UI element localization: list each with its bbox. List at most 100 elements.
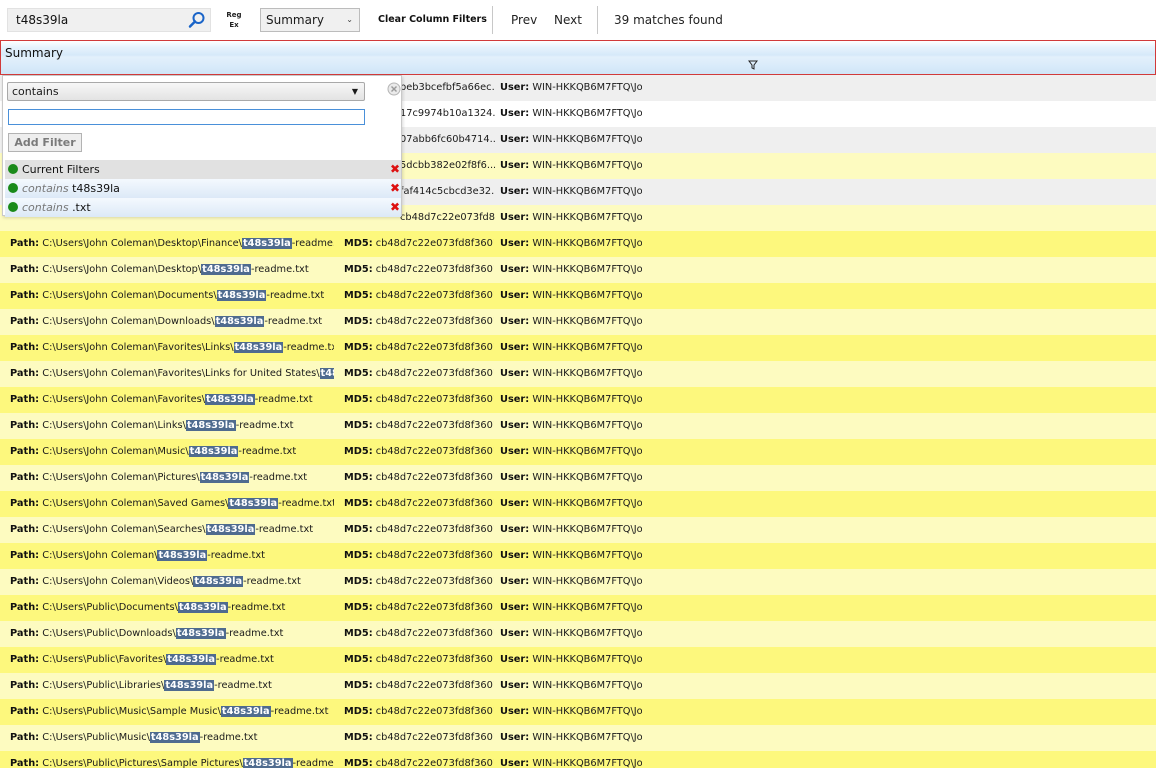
search-highlight: t48s39la	[241, 238, 292, 249]
summary-column-header[interactable]: Summary	[0, 40, 1156, 75]
search-icon[interactable]	[188, 11, 206, 29]
md5-cell: MD5: cb48d7c22e073fd8f3601...	[344, 595, 494, 621]
user-value: WIN-HKKQB6M7FTQ\Jo...	[532, 212, 642, 223]
md5-cell: MD5: cb48d7c22e073fd8f3601...	[344, 751, 494, 768]
md5-value: faf414c5cbcd3e32...	[400, 186, 495, 197]
filter-icon[interactable]	[748, 60, 758, 70]
table-row[interactable]: Path: C:\Users\John Coleman\Videos\t48s3…	[0, 569, 1156, 595]
md5-label: MD5:	[344, 394, 373, 405]
path-suffix: -readme.txt	[238, 446, 297, 457]
table-row[interactable]: Path: C:\Users\John Coleman\Desktop\t48s…	[0, 257, 1156, 283]
path-cell: Path: C:\Users\John Coleman\Desktop\t48s…	[10, 257, 334, 283]
path-label: Path:	[10, 524, 40, 535]
md5-label: MD5:	[344, 342, 373, 353]
remove-all-filters-icon[interactable]: ✖	[390, 160, 400, 179]
user-label: User:	[500, 420, 530, 431]
md5-label: MD5:	[344, 498, 373, 509]
table-row[interactable]: Path: C:\Users\Public\Pictures\Sample Pi…	[0, 751, 1156, 768]
path-cell: Path: C:\Users\John Coleman\Documents\t4…	[10, 283, 334, 309]
search-highlight: t48s39la	[199, 472, 250, 483]
path-cell: Path: C:\Users\John Coleman\Music\t48s39…	[10, 439, 334, 465]
path-prefix: C:\Users\John Coleman\Saved Games\	[42, 498, 229, 509]
table-row[interactable]: Path: C:\Users\Public\Libraries\t48s39la…	[0, 673, 1156, 699]
user-label: User:	[500, 732, 530, 743]
user-cell: User: WIN-HKKQB6M7FTQ\Jo...	[500, 335, 642, 361]
path-label: Path:	[10, 602, 40, 613]
path-label: Path:	[10, 576, 40, 587]
search-box[interactable]	[7, 8, 211, 32]
filter-value-input[interactable]	[8, 109, 365, 125]
table-row[interactable]: Path: C:\Users\John Coleman\t48s39la-rea…	[0, 543, 1156, 569]
path-label: Path:	[10, 680, 40, 691]
remove-filter-icon[interactable]: ✖	[390, 179, 400, 198]
user-value: WIN-HKKQB6M7FTQ\Jo...	[532, 134, 642, 145]
close-icon[interactable]	[387, 82, 401, 96]
path-cell: Path: C:\Users\John Coleman\Downloads\t4…	[10, 309, 334, 335]
table-row[interactable]: Path: C:\Users\John Coleman\Downloads\t4…	[0, 309, 1156, 335]
table-row[interactable]: Path: C:\Users\John Coleman\Links\t48s39…	[0, 413, 1156, 439]
search-highlight: t48s39la	[233, 342, 284, 353]
user-label: User:	[500, 342, 530, 353]
user-value: WIN-HKKQB6M7FTQ\Jo...	[532, 368, 642, 379]
path-prefix: C:\Users\John Coleman\Documents\	[42, 290, 217, 301]
regex-toggle-button[interactable]: Reg Ex	[222, 10, 246, 32]
path-suffix: -readme.txt	[254, 394, 313, 405]
path-suffix: -readme.txt	[250, 264, 309, 275]
table-row[interactable]: Path: C:\Users\John Coleman\Documents\t4…	[0, 283, 1156, 309]
prev-button[interactable]: Prev	[511, 13, 537, 27]
md5-cell: MD5: cb48d7c22e073fd8f3601...	[344, 569, 494, 595]
search-highlight: t48s39la	[228, 498, 279, 509]
md5-cell: MD5: cb48d7c22e073fd8f3601...	[344, 725, 494, 751]
filter-text: contains t48s39la	[22, 179, 120, 198]
clear-column-filters-button[interactable]: Clear Column Filters	[378, 14, 487, 25]
remove-filter-icon[interactable]: ✖	[390, 198, 400, 217]
next-button[interactable]: Next	[554, 13, 582, 27]
toolbar-divider	[597, 6, 598, 34]
table-row[interactable]: Path: C:\Users\John Coleman\Favorites\Li…	[0, 335, 1156, 361]
md5-label: MD5:	[344, 706, 373, 717]
user-cell: User: WIN-HKKQB6M7FTQ\Jo...	[500, 673, 642, 699]
user-label: User:	[500, 368, 530, 379]
view-select[interactable]: Summary ⌄	[260, 8, 360, 32]
path-label: Path:	[10, 264, 40, 275]
md5-cell: 5dcbb382e02f8f6...	[400, 153, 495, 179]
md5-value: cb48d7c22e073fd8f3601...	[375, 550, 494, 561]
path-suffix: -readme.txt	[235, 420, 294, 431]
md5-value: cb48d7c22e073fd8f3601...	[375, 680, 494, 691]
filter-operator-select[interactable]: contains ▼	[7, 82, 365, 101]
table-row[interactable]: Path: C:\Users\Public\Favorites\t48s39la…	[0, 647, 1156, 673]
user-label: User:	[500, 576, 530, 587]
md5-label: MD5:	[344, 628, 373, 639]
md5-label: MD5:	[344, 654, 373, 665]
path-prefix: C:\Users\John Coleman\Favorites\	[42, 394, 206, 405]
md5-value: cb48d7c22e073fd8f3601...	[375, 316, 494, 327]
table-row[interactable]: Path: C:\Users\John Coleman\Favorites\Li…	[0, 361, 1156, 387]
md5-cell: MD5: cb48d7c22e073fd8f3601...	[344, 699, 494, 725]
user-value: WIN-HKKQB6M7FTQ\Jo...	[532, 342, 642, 353]
user-cell: User: WIN-HKKQB6M7FTQ\Jo...	[500, 361, 642, 387]
path-cell: Path: C:\Users\John Coleman\t48s39la-rea…	[10, 543, 334, 569]
column-header-title: Summary	[5, 46, 63, 60]
table-row[interactable]: Path: C:\Users\John Coleman\Searches\t48…	[0, 517, 1156, 543]
table-row[interactable]: Path: C:\Users\John Coleman\Music\t48s39…	[0, 439, 1156, 465]
green-dot-icon	[8, 202, 18, 212]
user-cell: User: WIN-HKKQB6M7FTQ\Jo...	[500, 309, 642, 335]
table-row[interactable]: Path: C:\Users\Public\Downloads\t48s39la…	[0, 621, 1156, 647]
path-label: Path:	[10, 420, 40, 431]
md5-value: 07abb6fc60b4714...	[400, 134, 495, 145]
table-row[interactable]: Path: C:\Users\John Coleman\Desktop\Fina…	[0, 231, 1156, 257]
md5-cell: MD5: cb48d7c22e073fd8f3601...	[344, 231, 494, 257]
table-row[interactable]: Path: C:\Users\Public\Music\Sample Music…	[0, 699, 1156, 725]
user-cell: User: WIN-HKKQB6M7FTQ\Jo...	[500, 491, 642, 517]
user-label: User:	[500, 186, 530, 197]
table-row[interactable]: Path: C:\Users\John Coleman\Favorites\t4…	[0, 387, 1156, 413]
table-row[interactable]: Path: C:\Users\John Coleman\Pictures\t48…	[0, 465, 1156, 491]
md5-cell: MD5: cb48d7c22e073fd8f3601...	[344, 439, 494, 465]
add-filter-button[interactable]: Add Filter	[8, 133, 82, 152]
table-row[interactable]: Path: C:\Users\Public\Music\t48s39la-rea…	[0, 725, 1156, 751]
search-input[interactable]	[8, 9, 186, 31]
table-row[interactable]: Path: C:\Users\Public\Documents\t48s39la…	[0, 595, 1156, 621]
md5-label: MD5:	[344, 550, 373, 561]
table-row[interactable]: Path: C:\Users\John Coleman\Saved Games\…	[0, 491, 1156, 517]
user-value: WIN-HKKQB6M7FTQ\Jo...	[532, 394, 642, 405]
